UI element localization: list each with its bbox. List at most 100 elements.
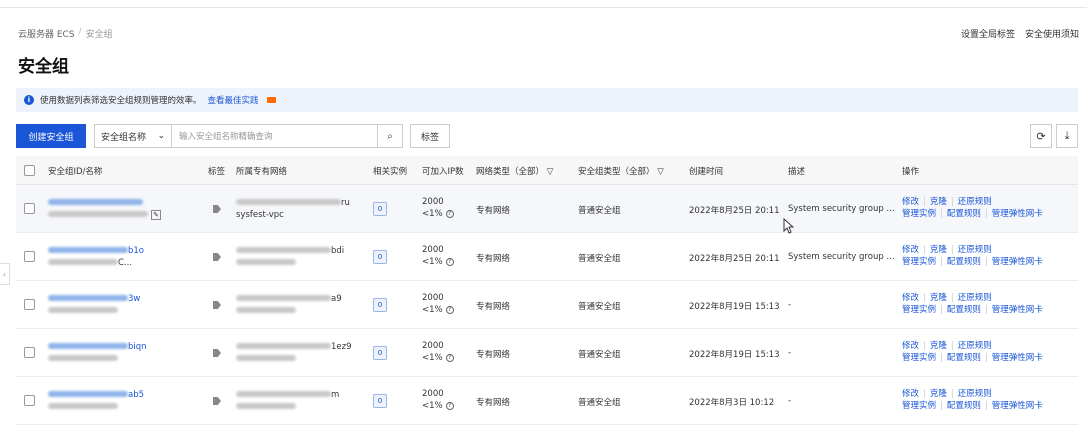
restore-rules-link[interactable]: 还原规则 — [958, 389, 992, 399]
created-cell: 2022年8月19日 15:13 — [689, 302, 780, 312]
desc-cell: System security group ... — [788, 252, 895, 262]
desc-cell: - — [788, 396, 792, 406]
filter-icon[interactable]: ▽ — [657, 167, 664, 177]
clone-link[interactable]: 克隆 — [930, 197, 947, 207]
modify-link[interactable]: 修改 — [902, 245, 919, 255]
help-icon[interactable]: ? — [445, 305, 454, 314]
configure-rules-link[interactable]: 配置规则 — [947, 209, 981, 219]
modify-link[interactable]: 修改 — [902, 293, 919, 303]
create-security-group-button[interactable]: 创建安全组 — [16, 124, 86, 148]
col-net-type[interactable]: 网络类型（全部） ▽ — [476, 165, 553, 177]
manage-eni-link[interactable]: 管理弹性网卡 — [992, 209, 1043, 219]
breadcrumb-root[interactable]: 云服务器 ECS — [18, 27, 75, 40]
search-icon[interactable]: ⌕ — [377, 124, 403, 148]
tag-icon[interactable] — [213, 349, 221, 357]
redacted-vpc-name — [236, 307, 296, 313]
sg-id-link[interactable]: 3w — [48, 294, 140, 304]
clone-link[interactable]: 克隆 — [930, 293, 947, 303]
toolbar: 创建安全组 安全组名称 ⌄ 输入安全组名称精确查询 ⌕ 标签 ⟳ ⤓ — [16, 124, 1078, 148]
modify-link[interactable]: 修改 — [902, 197, 919, 207]
search-input[interactable]: 输入安全组名称精确查询 — [171, 124, 378, 148]
help-icon[interactable]: ? — [445, 257, 454, 266]
download-icon[interactable]: ⤓ — [1056, 124, 1078, 148]
separator: | — [950, 389, 954, 399]
row-checkbox[interactable] — [24, 251, 35, 262]
net-type-cell: 专有网络 — [476, 398, 511, 408]
restore-rules-link[interactable]: 还原规则 — [958, 341, 992, 351]
created-cell: 2022年8月3日 10:12 — [689, 398, 775, 408]
modify-link[interactable]: 修改 — [902, 389, 919, 399]
manage-instances-link[interactable]: 管理实例 — [902, 305, 936, 315]
filter-select[interactable]: 安全组名称 ⌄ — [94, 124, 172, 148]
modify-link[interactable]: 修改 — [902, 341, 919, 351]
chevron-down-icon: ⌄ — [157, 131, 165, 141]
separator: | — [950, 341, 954, 351]
tag-filter-button[interactable]: 标签 — [410, 124, 450, 148]
clone-link[interactable]: 克隆 — [930, 245, 947, 255]
row-checkbox[interactable] — [24, 299, 35, 310]
redacted-id — [48, 199, 143, 205]
manage-eni-link[interactable]: 管理弹性网卡 — [992, 353, 1043, 363]
manage-instances-link[interactable]: 管理实例 — [902, 353, 936, 363]
ops-cell: 修改 | 克隆 | 还原规则 管理实例 | 配置规则 | 管理弹性网卡 — [902, 340, 1043, 364]
best-practice-link[interactable]: 查看最佳实践 — [208, 94, 259, 106]
separator: | — [940, 209, 943, 219]
manage-eni-link[interactable]: 管理弹性网卡 — [992, 401, 1043, 411]
select-all-checkbox[interactable] — [24, 165, 35, 176]
redacted-vpc-id — [236, 199, 341, 205]
configure-rules-link[interactable]: 配置规则 — [947, 353, 981, 363]
sg-id-link[interactable]: b1o — [48, 246, 144, 256]
tag-icon[interactable] — [213, 301, 221, 309]
tag-icon[interactable] — [213, 205, 221, 213]
configure-rules-link[interactable]: 配置规则 — [947, 401, 981, 411]
clone-link[interactable]: 克隆 — [930, 389, 947, 399]
manage-eni-link[interactable]: 管理弹性网卡 — [992, 257, 1043, 267]
col-sg-type[interactable]: 安全组类型（全部） ▽ — [578, 165, 664, 177]
sg-id-link[interactable] — [48, 198, 143, 208]
sg-id-link[interactable]: biqn — [48, 342, 147, 352]
sg-id-link[interactable]: ab5 — [48, 390, 144, 400]
instance-count-badge[interactable]: 0 — [373, 346, 387, 360]
global-tag-link[interactable]: 设置全局标签 — [961, 27, 1015, 40]
instance-count-badge[interactable]: 0 — [373, 202, 387, 216]
notice-text: 使用数据列表筛选安全组规则管理的效率。 — [40, 96, 202, 106]
tag-icon[interactable] — [213, 253, 221, 261]
row-checkbox[interactable] — [24, 203, 35, 214]
help-link[interactable]: 安全使用须知 — [1025, 27, 1079, 40]
row-checkbox[interactable] — [24, 395, 35, 406]
restore-rules-link[interactable]: 还原规则 — [958, 293, 992, 303]
help-icon[interactable]: ? — [445, 209, 454, 218]
instance-count-badge[interactable]: 0 — [373, 250, 387, 264]
help-icon[interactable]: ? — [445, 353, 454, 362]
redacted-vpc-id — [236, 295, 331, 301]
instance-count-badge[interactable]: 0 — [373, 298, 387, 312]
table-header: 安全组ID/名称 标签 所属专有网络 相关实例 可加入IP数 网络类型（全部） … — [16, 156, 1078, 185]
manage-instances-link[interactable]: 管理实例 — [902, 209, 936, 219]
manage-instances-link[interactable]: 管理实例 — [902, 257, 936, 267]
manage-instances-link[interactable]: 管理实例 — [902, 401, 936, 411]
vpc-id-tail: bdi — [331, 246, 345, 256]
breadcrumb: 云服务器 ECS / 安全组 — [18, 27, 113, 40]
sidebar-toggle-icon[interactable]: ‹ — [0, 263, 10, 285]
help-icon[interactable]: ? — [445, 401, 454, 410]
manage-eni-link[interactable]: 管理弹性网卡 — [992, 305, 1043, 315]
row-checkbox[interactable] — [24, 347, 35, 358]
restore-rules-link[interactable]: 还原规则 — [958, 245, 992, 255]
sg-id-name-cell: 3w — [48, 293, 140, 317]
tag-icon[interactable] — [213, 397, 221, 405]
ip-usage: <1% — [422, 257, 443, 267]
filter-icon[interactable]: ▽ — [547, 167, 554, 177]
redacted-vpc-name — [236, 259, 296, 265]
refresh-icon[interactable]: ⟳ — [1030, 124, 1052, 148]
configure-rules-link[interactable]: 配置规则 — [947, 257, 981, 267]
instance-count-badge[interactable]: 0 — [373, 394, 387, 408]
vpc-cell: a9 — [236, 293, 342, 317]
ops-cell: 修改 | 克隆 | 还原规则 管理实例 | 配置规则 | 管理弹性网卡 — [902, 388, 1043, 412]
edit-icon[interactable]: ✎ — [151, 209, 161, 220]
clone-link[interactable]: 克隆 — [930, 341, 947, 351]
net-type-cell: 专有网络 — [476, 254, 511, 264]
restore-rules-link[interactable]: 还原规则 — [958, 197, 992, 207]
separator: | — [984, 305, 988, 315]
configure-rules-link[interactable]: 配置规则 — [947, 305, 981, 315]
table-row: 3w a9 0 2000 <1%? 专有网络 普通安全组 2022年8月19日 … — [16, 281, 1078, 329]
